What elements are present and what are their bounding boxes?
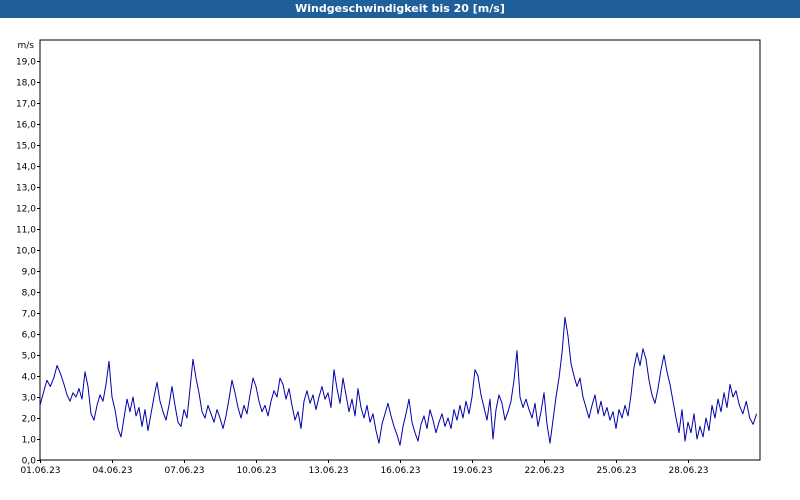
y-tick-label: 15,0 [16,142,36,152]
y-tick-label: 4,0 [22,373,37,383]
y-tick-label: 5,0 [22,352,37,362]
y-tick-label: 18,0 [16,79,36,89]
y-tick-label: 9,0 [22,268,37,278]
x-tick-label: 13.06.23 [308,466,348,476]
y-tick-label: 1,0 [22,436,37,446]
chart-window: Windgeschwindigkeit bis 20 [m/s] 0,0 1,0 2… [0,0,800,500]
y-tick-label: 19,0 [16,58,36,68]
y-axis-label: m/s [18,41,35,51]
axes-layer: 0,0 1,0 2,0 3,0 4,0 5,0 6,0 7,0 8,0 9,0 10,0 11,0 12… [16,39,761,476]
y-tick-label: 17,0 [16,100,36,110]
y-tick-label: 3,0 [22,394,37,404]
x-tick-label: 19.06.23 [452,466,492,476]
x-tick-label: 25.06.23 [596,466,636,476]
y-tick-label: 7,0 [22,310,37,320]
y-tick-label: 6,0 [22,331,37,341]
y-tick-label: 16,0 [16,121,36,131]
chart-canvas: 0,0 1,0 2,0 3,0 4,0 5,0 6,0 7,0 8,0 9,0 10,0 11,0 12… [16,39,761,476]
x-tick-label: 22.06.23 [524,466,564,476]
x-tick-label: 01.06.23 [20,466,60,476]
y-tick-label: 14,0 [16,163,36,173]
y-tick-label: 10,0 [16,247,36,257]
x-tick-label: 10.06.23 [236,466,276,476]
x-tick-label: 07.06.23 [164,466,204,476]
y-tick-label: 12,0 [16,205,36,215]
y-tick-label: 2,0 [22,415,37,425]
x-tick-label: 28.06.23 [668,466,708,476]
y-tick-label: 11,0 [16,226,36,236]
y-tick-label: 13,0 [16,184,36,194]
plot-frame [39,39,761,461]
y-tick-label: 0,0 [22,457,37,467]
x-tick-label: 16.06.23 [380,466,420,476]
x-tick-label: 04.06.23 [92,466,132,476]
y-tick-label: 8,0 [22,289,37,299]
